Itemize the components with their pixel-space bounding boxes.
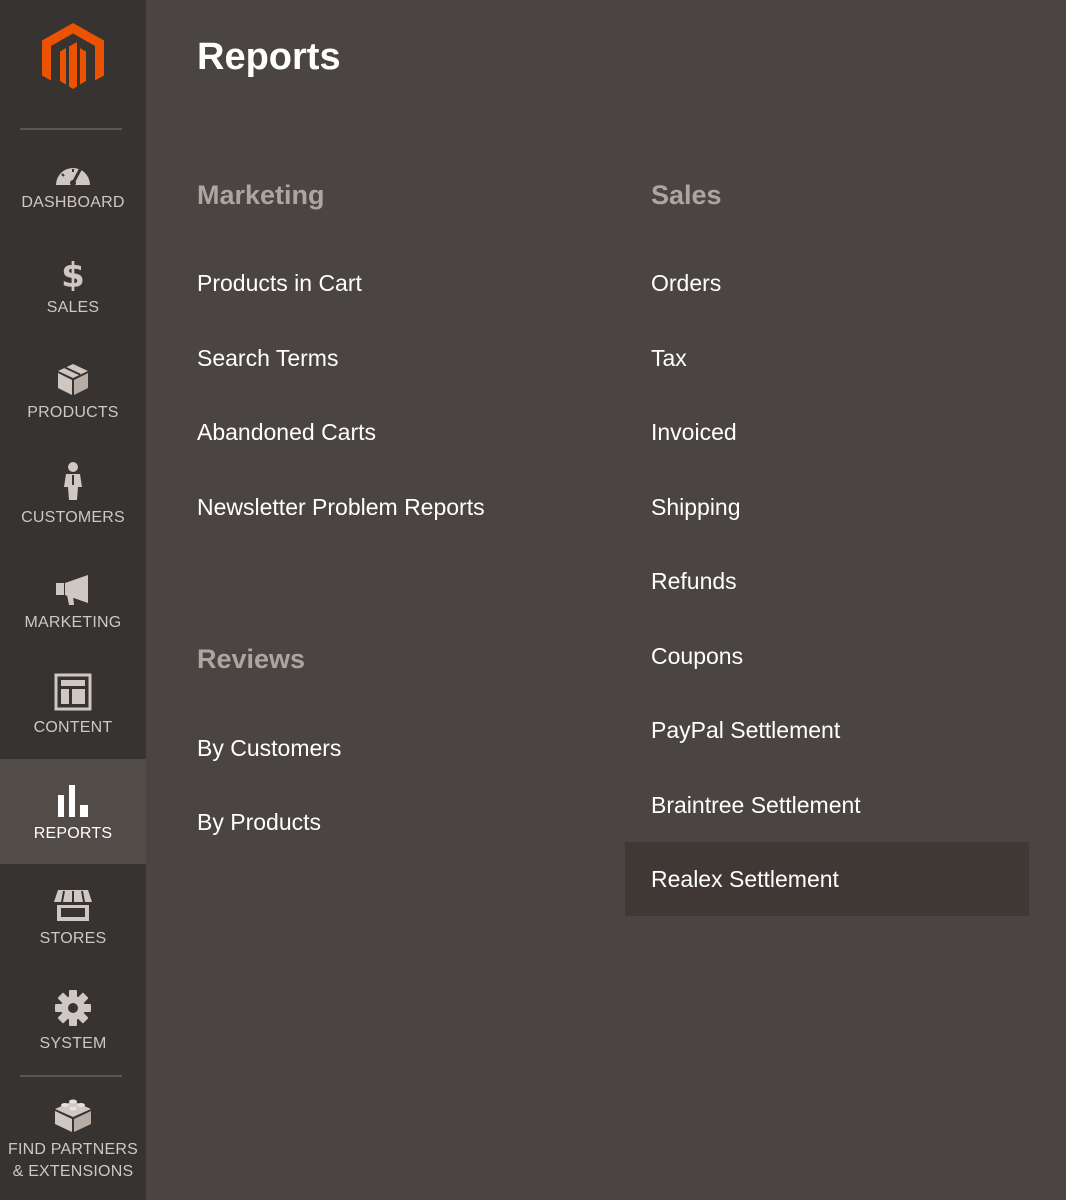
person-icon [61,461,85,501]
sidebar-label: REPORTS [33,824,113,842]
megaphone-icon [54,568,92,606]
blocks-icon [53,1095,93,1133]
sidebar-item-content[interactable]: CONTENT [0,653,146,758]
group-title-marketing: Marketing [197,180,325,210]
magento-logo[interactable] [0,0,146,128]
link-by-products[interactable]: By Products [197,809,321,836]
link-invoiced[interactable]: Invoiced [651,419,737,446]
link-braintree-settlement[interactable]: Braintree Settlement [651,792,861,819]
magento-logo-icon [42,23,104,89]
sidebar-label: SYSTEM [39,1034,107,1052]
bar-chart-icon [56,779,90,817]
sidebar-label: MARKETING [24,613,122,631]
sidebar-label: FIND PARTNERS & EXTENSIONS [7,1140,139,1180]
page-title: Reports [197,36,341,78]
sidebar-item-dashboard[interactable]: DASHBOARD [0,128,146,233]
sidebar-label: DASHBOARD [21,193,125,211]
link-newsletter-problem-reports[interactable]: Newsletter Problem Reports [197,494,485,521]
link-products-in-cart[interactable]: Products in Cart [197,270,362,297]
link-abandoned-carts[interactable]: Abandoned Carts [197,419,376,446]
box-icon [56,358,90,396]
link-orders[interactable]: Orders [651,270,721,297]
sidebar-label: PRODUCTS [27,403,119,421]
admin-sidebar: DASHBOARD $ SALES PRODUCTS CUSTOMERS MAR… [0,0,146,1200]
group-title-reviews: Reviews [197,644,306,674]
link-search-terms[interactable]: Search Terms [197,345,338,372]
sidebar-label: CUSTOMERS [21,508,125,526]
storefront-icon [52,884,94,922]
link-tax[interactable]: Tax [651,345,687,372]
link-by-customers[interactable]: By Customers [197,735,341,762]
sidebar-item-find-partners[interactable]: FIND PARTNERS & EXTENSIONS [0,1077,146,1200]
layout-icon [54,673,92,711]
sidebar-label: SALES [46,298,100,316]
link-refunds[interactable]: Refunds [651,568,737,595]
sidebar-item-stores[interactable]: STORES [0,864,146,969]
gear-icon [54,989,92,1027]
link-paypal-settlement[interactable]: PayPal Settlement [651,717,840,744]
sidebar-item-customers[interactable]: CUSTOMERS [0,443,146,548]
group-title-sales: Sales [651,180,722,210]
link-shipping[interactable]: Shipping [651,494,741,521]
dollar-icon: $ [61,253,85,291]
link-realex-settlement[interactable]: Realex Settlement [651,866,839,893]
sidebar-item-system[interactable]: SYSTEM [0,969,146,1074]
sidebar-item-products[interactable]: PRODUCTS [0,338,146,443]
svg-text:$: $ [61,256,85,291]
sidebar-item-sales[interactable]: $ SALES [0,233,146,338]
sidebar-item-reports[interactable]: REPORTS [0,759,146,864]
sidebar-label: CONTENT [33,718,113,736]
speedometer-icon [54,148,92,186]
sidebar-item-marketing[interactable]: MARKETING [0,548,146,653]
sidebar-label: STORES [39,929,107,947]
link-coupons[interactable]: Coupons [651,643,743,670]
